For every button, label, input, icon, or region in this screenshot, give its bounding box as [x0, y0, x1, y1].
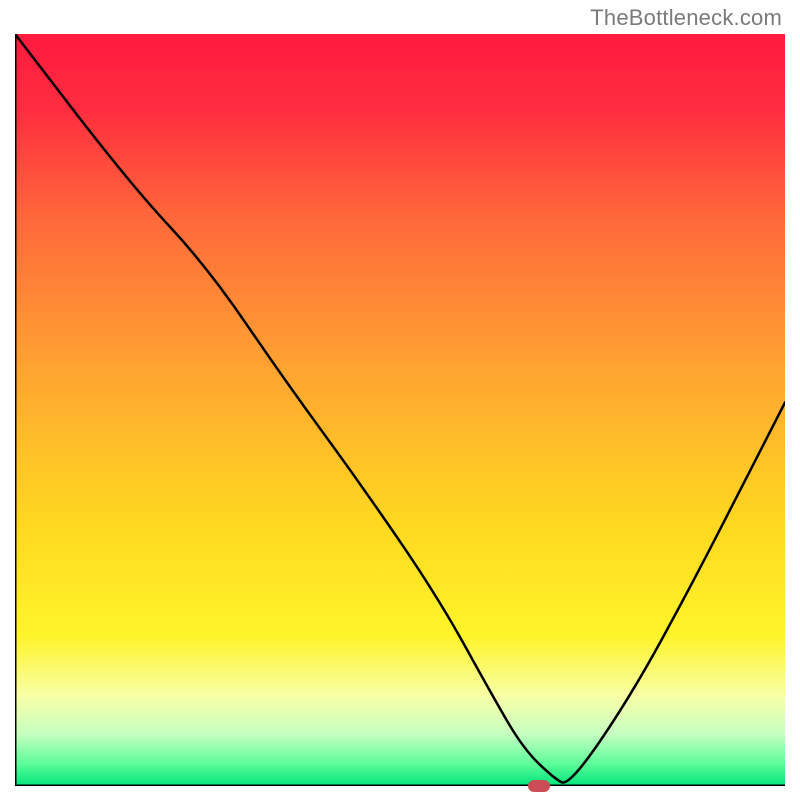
plot-area [15, 34, 785, 786]
gradient-background [15, 34, 785, 786]
chart-container: TheBottleneck.com [0, 0, 800, 800]
optimal-marker [528, 780, 550, 792]
watermark-text: TheBottleneck.com [590, 5, 782, 31]
